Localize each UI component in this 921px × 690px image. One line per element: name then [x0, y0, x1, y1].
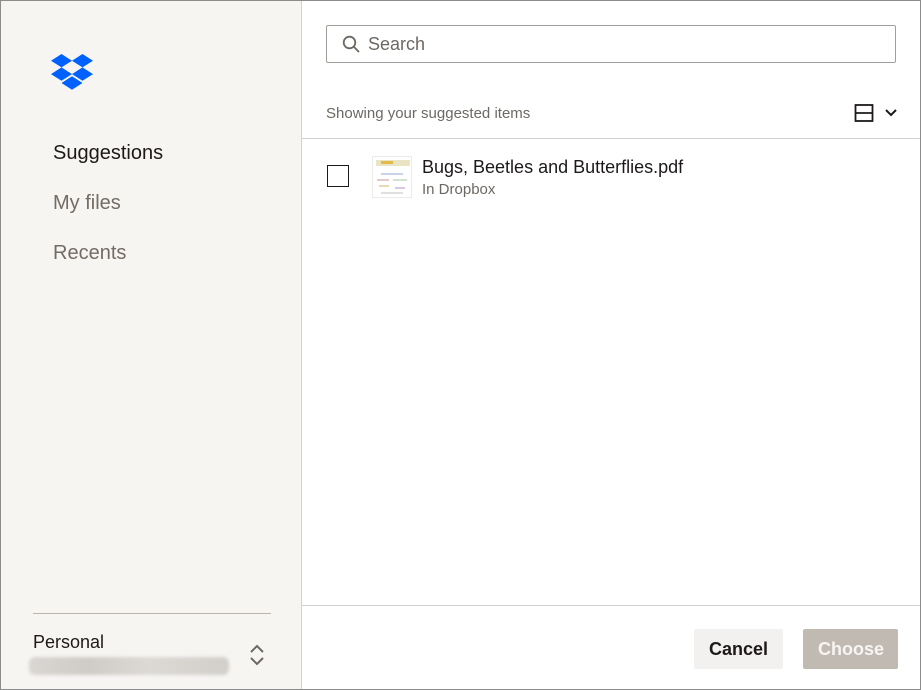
- sidebar: Suggestions My files Recents Personal: [1, 1, 302, 689]
- view-toggle-button[interactable]: [854, 101, 898, 125]
- nav-item-my-files[interactable]: My files: [53, 189, 163, 239]
- main-panel: Showing your suggested items Bugs, Beetl…: [302, 1, 920, 689]
- divider: [302, 138, 920, 139]
- file-name: Bugs, Beetles and Butterflies.pdf: [422, 157, 684, 177]
- sidebar-nav: Suggestions My files Recents: [53, 139, 163, 289]
- file-location: In Dropbox: [422, 181, 496, 198]
- section-heading: Showing your suggested items: [326, 105, 531, 122]
- search-box: [326, 25, 896, 63]
- file-row[interactable]: Bugs, Beetles and Butterflies.pdf In Dro…: [302, 149, 920, 205]
- account-switcher[interactable]: Personal: [29, 613, 271, 675]
- nav-item-suggestions[interactable]: Suggestions: [53, 139, 163, 189]
- search-icon: [342, 35, 360, 53]
- file-checkbox[interactable]: [327, 165, 349, 187]
- file-thumbnail: [372, 156, 412, 198]
- footer-divider: [302, 605, 920, 606]
- dropbox-logo-icon: [51, 54, 93, 90]
- chevron-up-down-icon[interactable]: [247, 642, 267, 668]
- search-input[interactable]: [366, 32, 895, 56]
- nav-item-recents[interactable]: Recents: [53, 239, 163, 289]
- account-email-redacted: [29, 657, 229, 675]
- cancel-button[interactable]: Cancel: [694, 629, 783, 669]
- dropbox-chooser-dialog: Suggestions My files Recents Personal Sh…: [0, 0, 921, 690]
- account-label: Personal: [33, 632, 105, 652]
- chevron-down-icon: [885, 109, 897, 117]
- layout-view-icon: [854, 104, 874, 122]
- choose-button[interactable]: Choose: [803, 629, 898, 669]
